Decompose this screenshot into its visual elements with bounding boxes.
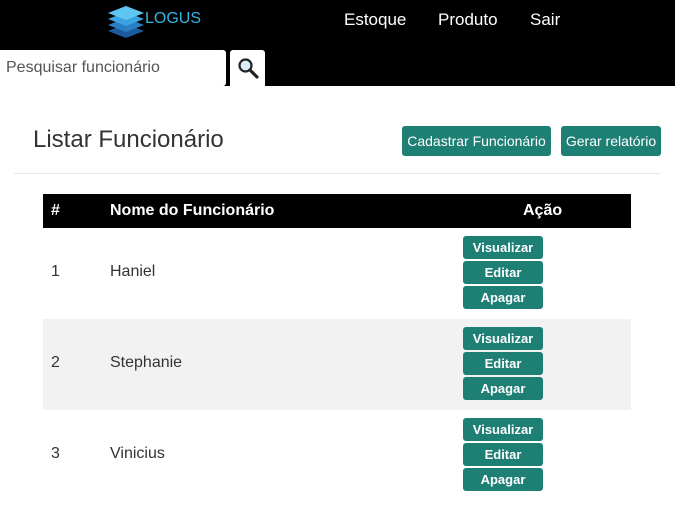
generate-report-button[interactable]: Gerar relatório (561, 126, 661, 156)
table-header: # Nome do Funcionário Ação (43, 194, 631, 228)
cell-name: Vinicius (110, 445, 165, 462)
view-button[interactable]: Visualizar (463, 236, 543, 259)
column-header-name: Nome do Funcionário (110, 202, 275, 219)
table-row: 1 Haniel Visualizar Editar Apagar (43, 228, 631, 319)
delete-button[interactable]: Apagar (463, 377, 543, 400)
view-button[interactable]: Visualizar (463, 327, 543, 350)
column-header-action: Ação (523, 202, 563, 219)
nav-link-sair[interactable]: Sair (530, 10, 560, 30)
cell-name: Stephanie (110, 354, 183, 371)
table-row: 3 Vinicius Visualizar Editar Apagar (43, 410, 631, 501)
search-input[interactable] (0, 50, 226, 86)
edit-button[interactable]: Editar (463, 261, 543, 284)
nav-link-produto[interactable]: Produto (438, 10, 498, 30)
divider (14, 173, 661, 174)
cell-id: 1 (51, 263, 60, 280)
delete-button[interactable]: Apagar (463, 468, 543, 491)
search-icon (237, 58, 259, 79)
cell-id: 2 (51, 354, 60, 371)
cell-id: 3 (51, 445, 60, 462)
view-button[interactable]: Visualizar (463, 418, 543, 441)
brand-name: LOGUS (145, 10, 202, 27)
delete-button[interactable]: Apagar (463, 286, 543, 309)
cell-name: Haniel (110, 263, 156, 280)
brand-logo[interactable]: LOGUS (107, 2, 201, 42)
column-header-id: # (51, 202, 60, 219)
page-title: Listar Funcionário (33, 126, 224, 153)
search-button[interactable] (230, 50, 265, 86)
table-row: 2 Stephanie Visualizar Editar Apagar (43, 319, 631, 410)
layers-icon (108, 6, 144, 38)
nav-link-estoque[interactable]: Estoque (344, 10, 406, 30)
register-employee-button[interactable]: Cadastrar Funcionário (402, 126, 551, 156)
top-navbar: LOGUS Estoque Produto Sair (0, 0, 675, 86)
edit-button[interactable]: Editar (463, 443, 543, 466)
edit-button[interactable]: Editar (463, 352, 543, 375)
